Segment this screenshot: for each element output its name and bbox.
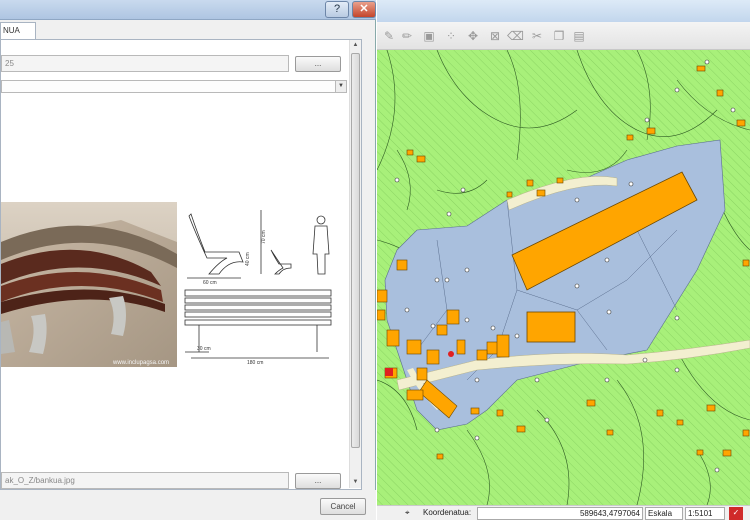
close-button[interactable]: ✕ [352, 1, 376, 18]
delete-part-icon[interactable]: ⌫ [507, 28, 524, 44]
bench-photo: www.inclupagsa.com [1, 202, 177, 367]
status-bar: ⌖ Koordenatua: 589643,4797064 🔒︎ Eskala … [377, 505, 750, 520]
scroll-up-icon[interactable]: ▲ [350, 40, 361, 51]
scale-combobox[interactable]: 1:5101 [685, 507, 725, 520]
image-path-field[interactable]: ak_O_Z/bankua.jpg [1, 472, 289, 489]
dimension-length: 180 cm [247, 360, 263, 366]
chevron-down-icon[interactable]: ▼ [335, 81, 346, 92]
browse-image-button[interactable]: ... [295, 473, 341, 489]
scroll-thumb[interactable] [351, 53, 360, 448]
coordinate-readout[interactable]: 589643,4797064 [477, 507, 643, 520]
copy-features-icon[interactable]: ❐ [551, 28, 567, 44]
help-button[interactable]: ? [325, 1, 349, 18]
type-combobox[interactable]: ▼ [1, 80, 347, 93]
browse-button[interactable]: ... [295, 56, 341, 72]
gis-window: ✎ ✏ ▣ ⁘ ✥ ⊠ ⌫ ✂ ❐ ▤ ⌖ Koordenatua: 58964… [377, 0, 750, 520]
selected-feature-marker[interactable] [448, 351, 454, 357]
render-toggle-icon[interactable]: ✓ [729, 507, 743, 520]
dimension-leg: 30 cm [197, 346, 211, 352]
dimension-depth: 60 cm [203, 280, 217, 286]
bench-technical-drawing: 70 cm 40 cm 60 cm 30 cm 180 cm [179, 202, 335, 367]
coordinate-capture-icon[interactable]: ⌖ [405, 507, 421, 520]
vertical-scrollbar[interactable]: ▲ ▼ [349, 40, 361, 488]
tab-general[interactable]: NUA [0, 22, 36, 40]
delete-selected-icon[interactable]: ⊠ [487, 28, 503, 44]
coordinate-label: Koordenatua: [423, 508, 472, 517]
dialog-footer: Cancel [0, 490, 376, 520]
move-feature-icon[interactable]: ✥ [465, 28, 481, 44]
save-icon[interactable]: ▣ [421, 28, 437, 44]
highlighted-feature[interactable] [385, 368, 393, 376]
cancel-button[interactable]: Cancel [320, 498, 366, 515]
editing-toolbar: ✎ ✏ ▣ ⁘ ✥ ⊠ ⌫ ✂ ❐ ▤ [377, 22, 750, 50]
scale-label: Eskala [645, 507, 683, 520]
value-field[interactable]: 25 [1, 55, 289, 72]
dimension-height-inner: 40 cm [245, 252, 251, 266]
map-canvas[interactable] [377, 50, 750, 505]
node-tool-icon[interactable]: ⁘ [443, 28, 459, 44]
pencil-alt-icon[interactable]: ✏ [399, 28, 415, 44]
gis-titlebar [377, 0, 750, 22]
attribute-dialog: ? ✕ NUA 25 ... ▼ www.inclupagsa.com 70 c… [0, 0, 376, 520]
dialog-titlebar: ? ✕ [0, 0, 376, 20]
paste-features-icon[interactable]: ▤ [571, 28, 587, 44]
scroll-down-icon[interactable]: ▼ [350, 477, 361, 488]
photo-watermark: www.inclupagsa.com [112, 360, 169, 366]
tab-panel: 25 ... ▼ www.inclupagsa.com 70 cm 40 cm … [0, 39, 362, 490]
pencil-icon[interactable]: ✎ [381, 28, 397, 44]
dimension-height-outer: 70 cm [261, 230, 267, 244]
building-medium [526, 311, 576, 343]
cut-features-icon[interactable]: ✂ [529, 28, 545, 44]
